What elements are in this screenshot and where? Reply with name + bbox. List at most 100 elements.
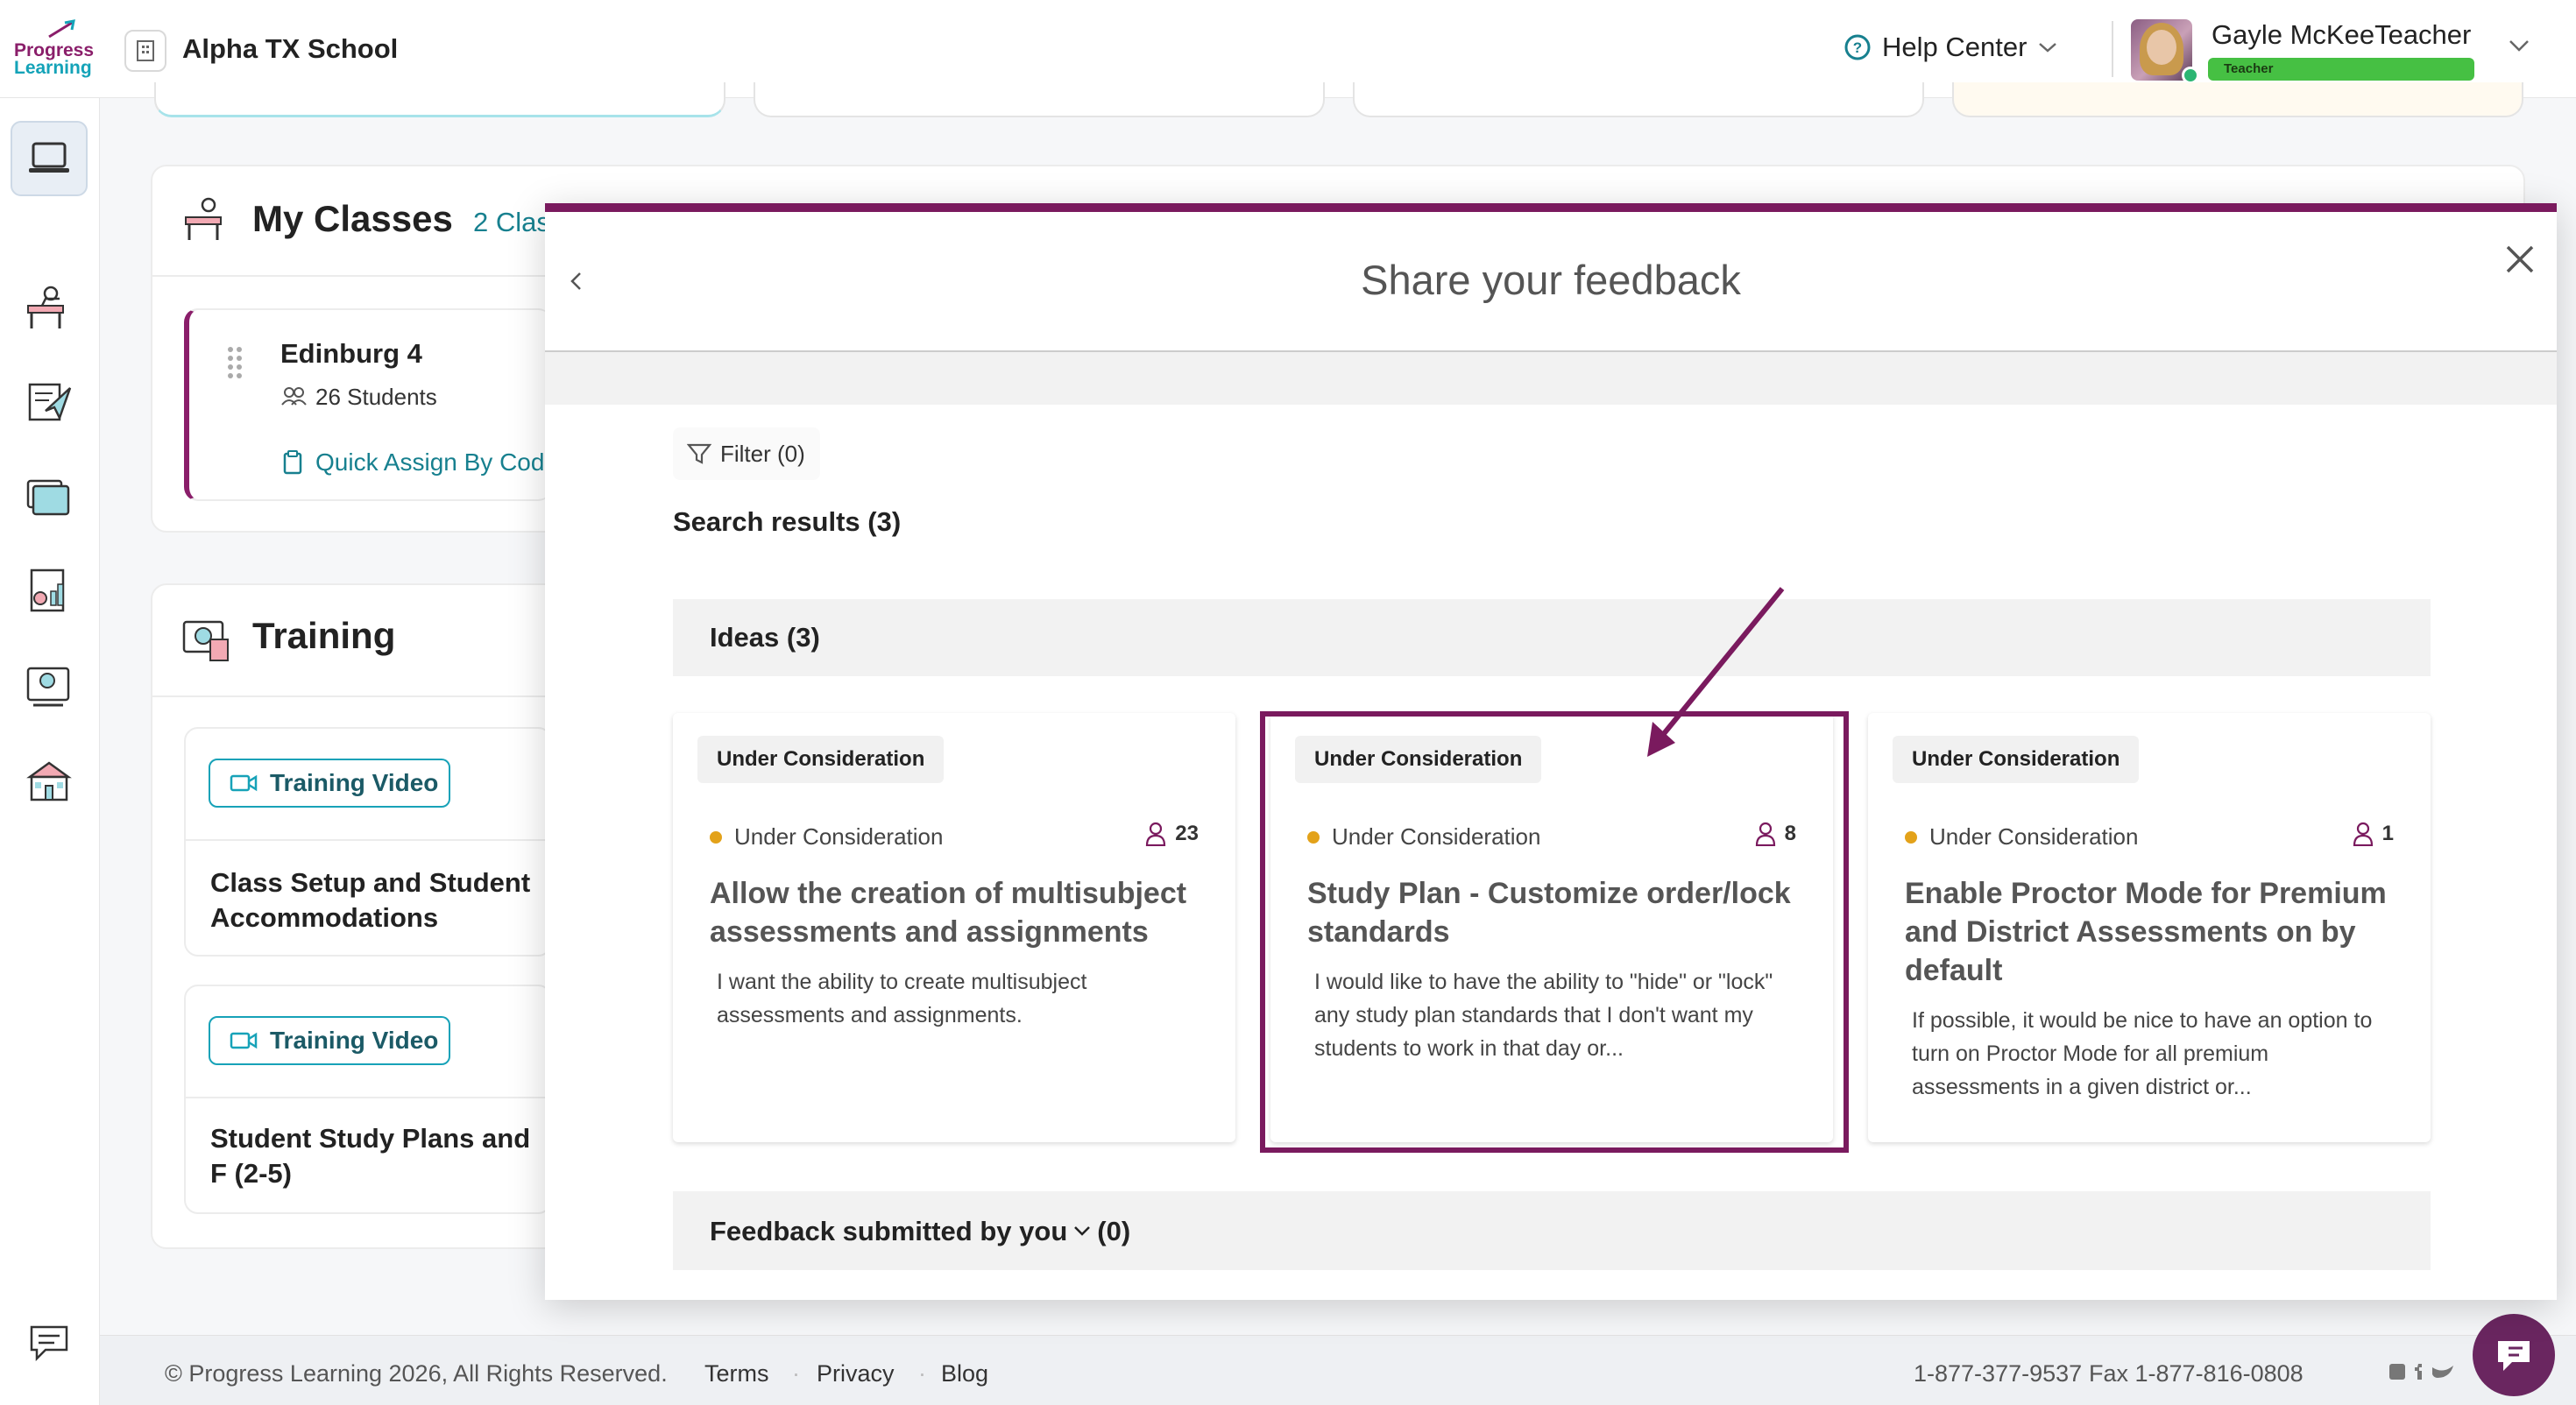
my-classes-title: My Classes xyxy=(252,198,453,239)
help-center-label: Help Center xyxy=(1882,32,2028,62)
privacy-link[interactable]: Privacy xyxy=(817,1360,895,1387)
vote-count: 23 xyxy=(1145,822,1199,846)
clipboard-icon xyxy=(283,450,302,475)
chat-bubble-icon xyxy=(2498,1341,2530,1371)
feedback-chat-icon xyxy=(30,1325,68,1362)
copyright-text: © Progress Learning 2026, All Rights Res… xyxy=(165,1360,668,1387)
fax-number: Fax 1-877-816-0808 xyxy=(2089,1360,2304,1387)
role-badge: Teacher xyxy=(2208,58,2474,81)
ideas-section-header[interactable]: Ideas (3) xyxy=(673,599,2431,676)
training-video-badge: Training Video xyxy=(209,1016,450,1065)
class-name: Edinburg 4 xyxy=(280,338,422,369)
idea-card[interactable]: Under Consideration Under Consideration … xyxy=(1868,713,2431,1142)
classroom-desk-icon xyxy=(27,286,64,328)
video-camera-icon xyxy=(230,774,258,792)
training-video-badge: Training Video xyxy=(209,759,450,808)
online-status-dot xyxy=(2182,67,2199,84)
feedback-by-you-text: Feedback submitted by you xyxy=(710,1216,1068,1246)
school-name: Alpha TX School xyxy=(182,33,399,64)
person-icon xyxy=(2353,822,2373,846)
status-text: Under Consideration xyxy=(1929,823,2139,850)
linkedin-icon xyxy=(2389,1364,2405,1380)
card-divider xyxy=(151,695,554,697)
blog-link[interactable]: Blog xyxy=(941,1360,988,1387)
training-icon xyxy=(182,620,229,661)
user-menu-chevron-icon[interactable] xyxy=(2508,39,2530,53)
vote-number: 1 xyxy=(2381,822,2394,845)
training-video-badge-label: Training Video xyxy=(270,1027,439,1054)
progress-learning-logo[interactable]: Progress Learning xyxy=(14,19,98,81)
status-tag: Under Consideration xyxy=(1893,736,2140,783)
header-divider xyxy=(2112,21,2113,77)
idea-title: Allow the creation of multisubject asses… xyxy=(710,877,1187,949)
chevron-down-icon xyxy=(2039,43,2057,53)
sidebar-feedback-button[interactable] xyxy=(11,1305,88,1380)
sidebar-item-assignments[interactable] xyxy=(11,364,88,440)
class-student-count: 26 Students xyxy=(315,384,437,410)
school-switch-button[interactable] xyxy=(124,30,166,72)
feedback-by-you-label: Feedback submitted by you (0) xyxy=(710,1216,1130,1247)
filter-button[interactable]: Filter (0) xyxy=(673,427,820,480)
feedback-by-you-section[interactable]: Feedback submitted by you (0) xyxy=(673,1191,2431,1270)
sidebar-item-resources[interactable] xyxy=(11,459,88,534)
status-row: Under Consideration xyxy=(710,823,943,851)
stat-card-1 xyxy=(154,82,725,117)
filter-icon xyxy=(687,443,711,464)
assignment-send-icon xyxy=(28,383,72,421)
footer: © Progress Learning 2026, All Rights Res… xyxy=(100,1335,2576,1405)
vote-number: 23 xyxy=(1175,822,1199,845)
facebook-icon xyxy=(2415,1364,2422,1380)
filter-label: Filter (0) xyxy=(720,440,805,467)
sidebar-item-classes[interactable] xyxy=(11,270,88,345)
sidebar-item-training[interactable] xyxy=(11,648,88,724)
building-icon xyxy=(137,40,154,61)
folders-icon xyxy=(26,479,70,516)
svg-text:?: ? xyxy=(1853,39,1862,56)
footer-separator: · xyxy=(792,1360,800,1387)
sidebar xyxy=(0,98,100,1405)
highlight-annotation-box xyxy=(1260,711,1849,1153)
training-video-badge-label: Training Video xyxy=(270,769,439,796)
ideas-label: Ideas (3) xyxy=(710,622,820,653)
terms-link[interactable]: Terms xyxy=(704,1360,769,1387)
phone-number: 1-877-377-9537 xyxy=(1914,1360,2083,1387)
training-video-title: Class Setup and Student Accommodations xyxy=(210,867,531,933)
modal-band xyxy=(545,352,2557,405)
status-row: Under Consideration xyxy=(1905,823,2138,851)
person-icon xyxy=(1146,822,1166,846)
user-name: Gayle McKeeTeacher xyxy=(2212,19,2472,50)
feedback-count: (0) xyxy=(1097,1216,1131,1246)
stat-card-3 xyxy=(1353,82,1924,117)
twitter-icon xyxy=(2432,1366,2453,1378)
chat-launcher-button[interactable] xyxy=(2473,1314,2555,1396)
search-results-heading: Search results (3) xyxy=(673,506,902,537)
report-chart-icon xyxy=(30,568,65,612)
idea-card[interactable]: Under Consideration Under Consideration … xyxy=(673,713,1235,1142)
sidebar-item-reports[interactable] xyxy=(11,554,88,629)
training-board-icon xyxy=(26,667,70,707)
card-divider xyxy=(186,1097,554,1098)
footer-separator: · xyxy=(918,1360,926,1387)
modal-title: Share your feedback xyxy=(1361,257,1741,303)
drag-handle-icon[interactable] xyxy=(226,345,244,380)
card-divider xyxy=(186,839,554,841)
close-icon[interactable] xyxy=(2502,242,2537,277)
chevron-down-icon[interactable] xyxy=(1072,1225,1092,1239)
status-dot-icon xyxy=(1905,830,1917,844)
school-building-icon xyxy=(26,761,72,801)
status-dot-icon xyxy=(710,830,722,844)
social-icons xyxy=(2389,1364,2453,1380)
help-center-dropdown[interactable]: ? Help Center xyxy=(1844,32,2058,63)
annotation-arrow-icon xyxy=(1647,587,1785,757)
laptop-icon xyxy=(29,142,69,173)
stat-card-2 xyxy=(754,82,1325,117)
status-tag: Under Consideration xyxy=(697,736,945,783)
idea-description: If possible, it would be nice to have an… xyxy=(1912,1008,2373,1099)
sidebar-item-school[interactable] xyxy=(11,743,88,818)
quick-assign-link[interactable]: Quick Assign By Cod xyxy=(315,448,544,477)
training-title: Training xyxy=(252,615,396,656)
idea-description: I want the ability to create multisubjec… xyxy=(717,970,1087,1027)
my-classes-icon xyxy=(185,197,222,240)
sidebar-item-dashboard[interactable] xyxy=(11,121,88,196)
help-circle-icon: ? xyxy=(1844,34,1871,60)
